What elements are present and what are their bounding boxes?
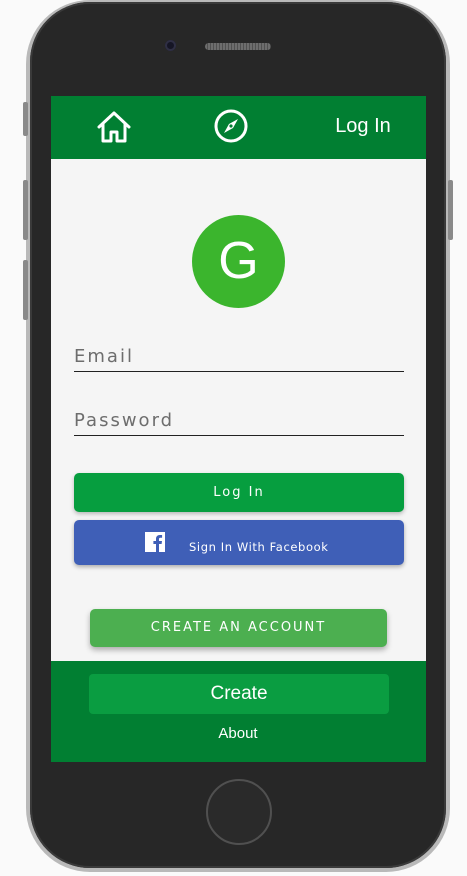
create-account-button[interactable]: CREATE AN ACCOUNT (90, 609, 387, 647)
about-link[interactable]: About (188, 725, 288, 742)
compass-icon[interactable] (212, 107, 250, 145)
top-navbar: Log In (51, 96, 426, 159)
facebook-signin-label: Sign In With Facebook (189, 540, 329, 554)
front-camera (165, 40, 176, 51)
password-field[interactable] (74, 405, 404, 436)
facebook-signin-button[interactable]: Sign In With Facebook (74, 520, 404, 565)
avatar: G (192, 215, 285, 308)
app-screen: Log In G Log In Sign In With Facebook CR… (51, 96, 426, 762)
nav-login-link[interactable]: Log In (313, 115, 413, 138)
facebook-icon (145, 532, 165, 552)
login-button[interactable]: Log In (74, 473, 404, 512)
earpiece-speaker (205, 43, 271, 50)
password-input[interactable] (74, 405, 404, 435)
footer-bar: Create About (51, 661, 426, 762)
email-field[interactable] (74, 341, 404, 372)
volume-up-button (23, 180, 28, 240)
email-input[interactable] (74, 341, 404, 371)
power-button (448, 180, 453, 240)
home-icon[interactable] (95, 108, 133, 146)
create-button[interactable]: Create (89, 674, 389, 714)
volume-down-button (23, 260, 28, 320)
home-hardware-button (206, 779, 272, 845)
mute-switch (23, 102, 28, 136)
